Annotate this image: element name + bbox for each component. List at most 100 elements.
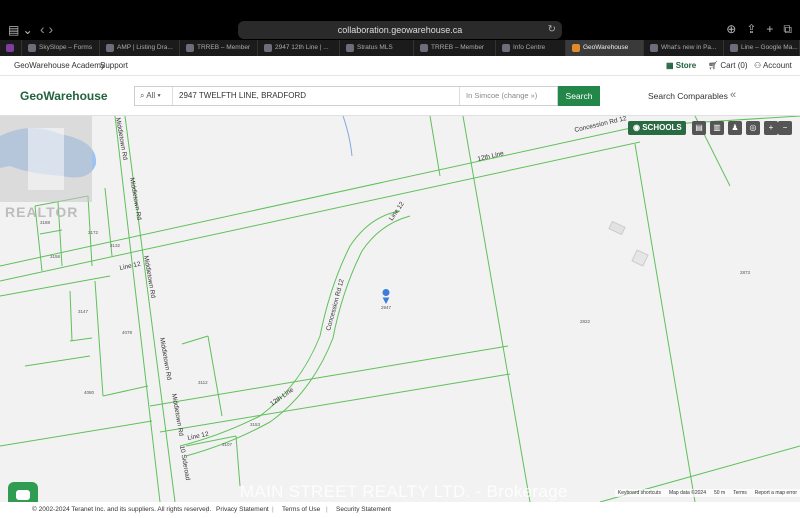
zoom-out-icon[interactable]: − <box>778 121 792 135</box>
new-tab-icon[interactable]: + <box>766 22 773 37</box>
building-outline <box>631 249 649 267</box>
stream <box>342 116 353 157</box>
map-canvas[interactable]: Concession Rd 12 12th Line Line 12 Conce… <box>0 116 800 502</box>
account-label: Account <box>762 61 792 70</box>
lot-label: 3112 <box>198 380 208 385</box>
lot-label: 4080 <box>84 390 95 395</box>
reload-icon[interactable]: ↻ <box>548 21 556 39</box>
tab-info-centre[interactable]: Info Centre <box>496 40 566 56</box>
tab-trreb-1[interactable]: TRREB – Member <box>180 40 258 56</box>
tab-favicon-icon <box>420 44 428 52</box>
road-label-line12-bottom: Line 12 <box>187 431 210 442</box>
map-data-label: Map data ©2024 <box>668 490 706 496</box>
browser-actions: ⊕ ⇪ + ⧉ <box>726 22 792 37</box>
tab-label: Info Centre <box>513 44 546 51</box>
scope-label: All <box>146 91 156 100</box>
road-label-12th-line: 12th Line <box>477 150 505 163</box>
school-icon: ◉ <box>633 123 643 132</box>
cart-label: Cart (0) <box>720 61 748 70</box>
realtor-logo-icon <box>0 116 92 202</box>
tab-label: Stratus MLS <box>357 44 393 51</box>
municipality-label: In Simcoe <box>466 91 500 100</box>
terms-link[interactable]: Terms <box>733 490 747 496</box>
share-icon[interactable]: ⇪ <box>746 22 756 37</box>
road-label-concession-curve: Concession Rd 12 <box>325 278 346 331</box>
report-map-error-link[interactable]: Report a map error <box>755 490 797 496</box>
road-label-middletown-2: Middletown Rd <box>128 177 142 221</box>
change-municipality-link[interactable]: (change ») <box>501 91 537 100</box>
tab-amp[interactable]: AMP | Listing Dra... <box>100 40 180 56</box>
nav-arrows-icon[interactable]: ‹ › <box>40 21 53 37</box>
tab-trreb-2[interactable]: TRREB – Member <box>414 40 496 56</box>
search-bar-row: GeoWarehouse ⌕ All ▾ 2947 TWELFTH LINE, … <box>0 76 800 116</box>
site-top-nav: GeoWarehouse Academy Support ▦ Store 🛒︎ … <box>0 56 800 76</box>
privacy-link[interactable]: Privacy Statement <box>216 506 269 513</box>
academy-link[interactable]: GeoWarehouse Academy <box>14 61 105 70</box>
tab-label: AMP | Listing Dra... <box>117 44 173 51</box>
search-scope-select[interactable]: ⌕ All ▾ <box>135 87 173 105</box>
store-label: Store <box>675 61 697 70</box>
tab-favicon-icon <box>572 44 580 52</box>
schools-layer-button[interactable]: ◉ SCHOOLS <box>628 121 686 135</box>
tab-pinned[interactable] <box>0 40 22 56</box>
keyboard-shortcuts-link[interactable]: Keyboard shortcuts <box>618 490 661 496</box>
tab-label: TRREB – Member <box>431 44 485 51</box>
road-label-concession: Concession Rd 12 <box>574 116 628 134</box>
parcel-lines <box>0 116 800 502</box>
terms-of-use-link[interactable]: Terms of Use <box>282 506 320 513</box>
zoom-in-icon[interactable]: + <box>764 121 778 135</box>
tab-label: What's new in Pa... <box>661 44 717 51</box>
user-icon: ⚇ <box>754 61 763 70</box>
map-type-icon[interactable]: ▥ <box>710 121 724 135</box>
tab-favicon-icon <box>502 44 510 52</box>
scale-label[interactable]: 50 m <box>714 490 725 496</box>
map-view[interactable]: Concession Rd 12 12th Line Line 12 Conce… <box>0 116 800 502</box>
tab-label: 2947 12th Line | ... <box>275 44 329 51</box>
tab-geowarehouse[interactable]: GeoWarehouse <box>566 40 644 56</box>
footer-divider: | <box>326 506 328 513</box>
address-bar[interactable]: collaboration.geowarehouse.ca ↻ <box>238 21 562 39</box>
browser-toolbar: ▤ ⌄ ‹ › collaboration.geowarehouse.ca ↻ … <box>0 0 800 40</box>
search-input[interactable]: 2947 TWELFTH LINE, BRADFORD <box>175 87 459 105</box>
download-icon[interactable]: ⊕ <box>726 22 736 37</box>
search-button[interactable]: Search <box>558 86 600 106</box>
support-link[interactable]: Support <box>100 61 128 70</box>
lot-label: 3172 <box>88 230 99 235</box>
lot-label: 3147 <box>78 309 89 314</box>
tab-label: Line – Google Ma... <box>741 44 798 51</box>
road-label-middletown-4: Middletown Rd <box>158 337 172 381</box>
security-link[interactable]: Security Statement <box>336 506 391 513</box>
brokerage-watermark: MAIN STREET REALTY LTD. - Brokerage <box>240 482 568 501</box>
building-outline <box>608 220 626 236</box>
road-label-line12-left: Line 12 <box>119 261 142 272</box>
store-icon: ▦ <box>666 61 676 70</box>
schools-label: SCHOOLS <box>642 123 682 132</box>
account-link[interactable]: ⚇ Account <box>754 61 792 70</box>
tab-label: GeoWarehouse <box>583 44 629 51</box>
tab-overview-icon[interactable]: ⧉ <box>783 22 792 37</box>
tab-stratus[interactable]: Stratus MLS <box>340 40 414 56</box>
search-comparables-link[interactable]: Search Comparables <box>648 91 728 101</box>
municipality-field[interactable]: In Simcoe (change ») <box>459 87 559 105</box>
road-label-middletown-3: Middletown Rd <box>142 255 156 299</box>
tab-label: TRREB – Member <box>197 44 251 51</box>
cart-icon: 🛒︎ <box>708 61 721 70</box>
locate-icon[interactable]: ◎ <box>746 121 760 135</box>
lot-label: 2873 <box>740 270 751 275</box>
tab-google-maps[interactable]: Line – Google Ma... <box>724 40 800 56</box>
street-view-icon[interactable]: ♟ <box>728 121 742 135</box>
layers-icon[interactable]: ▤ <box>692 121 706 135</box>
cart-link[interactable]: 🛒︎ Cart (0) <box>708 61 748 70</box>
store-link[interactable]: ▦ Store <box>666 61 696 70</box>
tab-whats-new[interactable]: What's new in Pa... <box>644 40 724 56</box>
tab-2947[interactable]: 2947 12th Line | ... <box>258 40 340 56</box>
footer-divider: | <box>206 506 208 513</box>
tab-label: SkySlope – Forms <box>39 44 93 51</box>
geowarehouse-logo[interactable]: GeoWarehouse <box>20 89 108 103</box>
sidebar-toggle-icon[interactable]: ▤ ⌄ <box>8 23 33 37</box>
browser-tabs: SkySlope – Forms AMP | Listing Dra... TR… <box>0 40 800 56</box>
lot-label: 3158 <box>50 254 61 259</box>
tab-skyslope[interactable]: SkySlope – Forms <box>22 40 100 56</box>
tab-favicon-icon <box>264 44 272 52</box>
collapse-panel-icon[interactable]: « <box>730 89 736 101</box>
